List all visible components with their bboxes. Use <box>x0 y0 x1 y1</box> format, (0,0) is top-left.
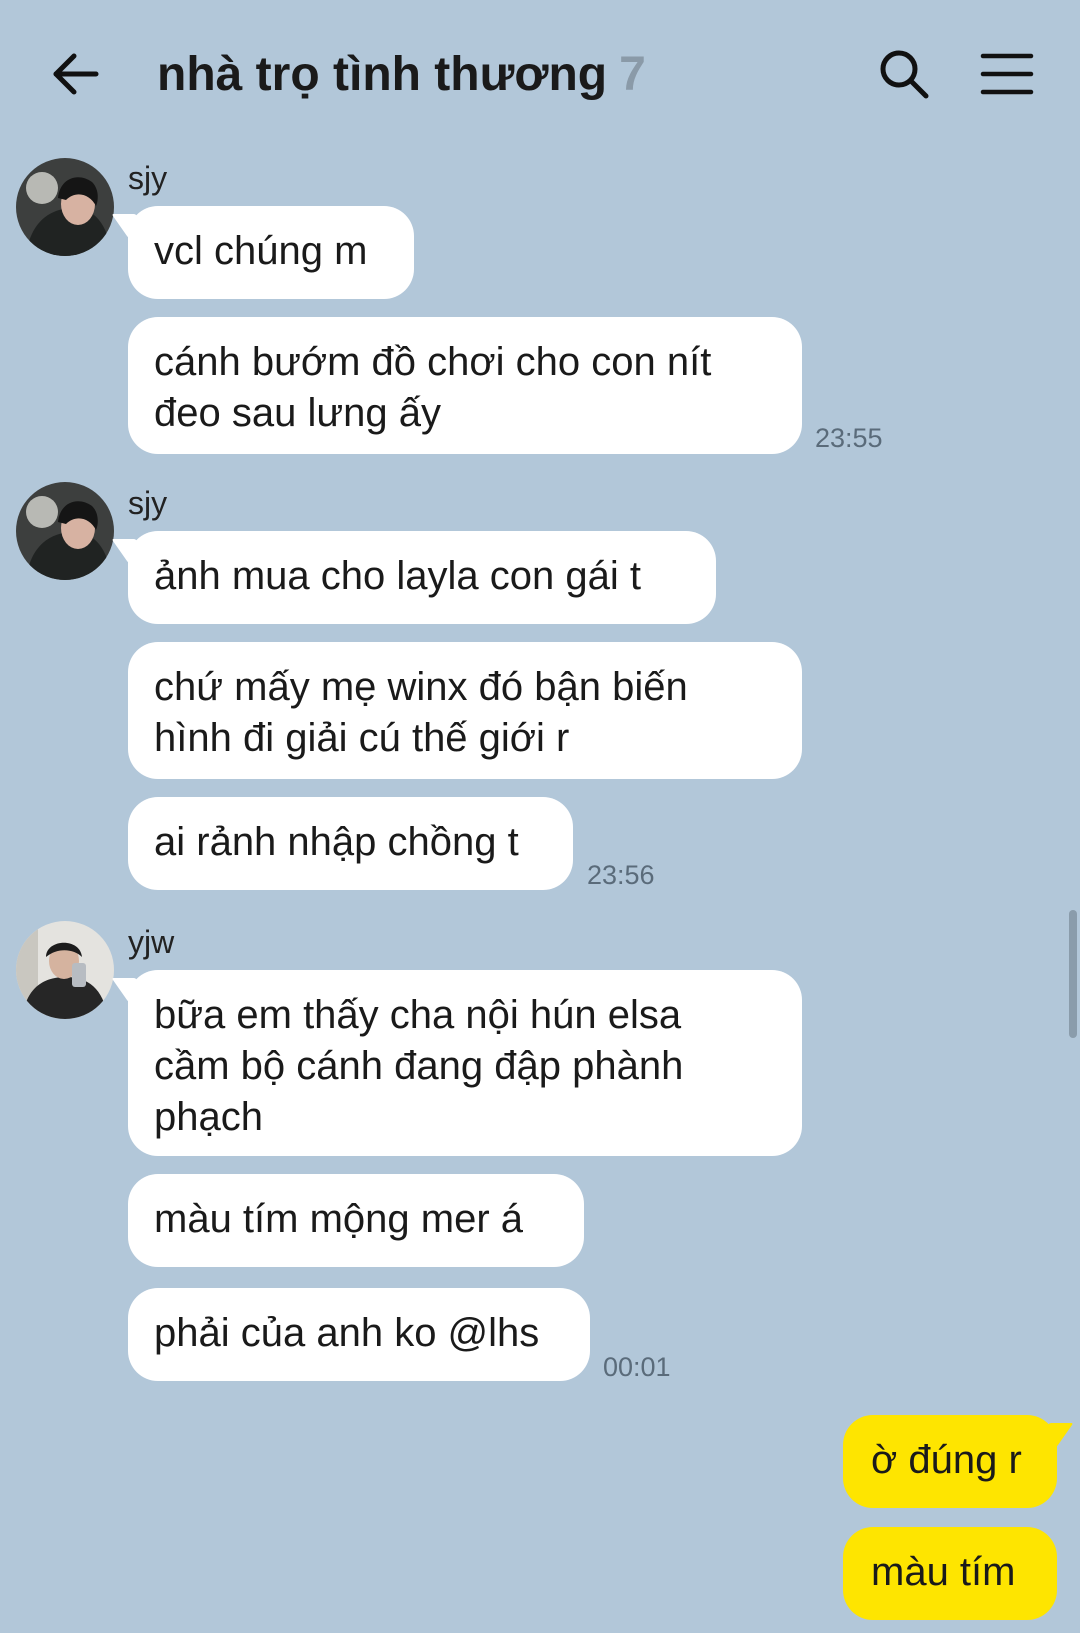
search-icon <box>880 50 929 99</box>
chat-room-name: nhà trọ tình thương <box>157 48 608 101</box>
message-bubble[interactable]: bữa em thấy cha nội hún elsa cầm bộ cánh… <box>128 970 802 1156</box>
sender-name: sjy <box>128 160 168 196</box>
message-time: 00:01 <box>603 1352 671 1382</box>
message-time: 23:55 <box>815 423 883 453</box>
chat-header: nhà trọ tình thương 7 <box>0 0 1080 150</box>
hamburger-menu-icon <box>980 53 1034 95</box>
avatar-sjy[interactable] <box>16 158 114 256</box>
menu-button[interactable] <box>980 50 1034 98</box>
message-bubble[interactable]: vcl chúng m <box>128 206 414 299</box>
message-bubble[interactable]: cánh bướm đồ chơi cho con nít đeo sau lư… <box>128 317 802 454</box>
avatar-yjw[interactable] <box>16 921 114 1019</box>
profile-photo-icon <box>16 158 114 256</box>
my-message-bubble[interactable]: màu tím <box>843 1527 1057 1620</box>
arrow-left-icon <box>53 53 99 95</box>
search-button[interactable] <box>876 46 932 102</box>
profile-photo-icon <box>16 921 114 1019</box>
scrollbar-thumb[interactable] <box>1069 910 1077 1038</box>
chat-title: nhà trọ tình thương 7 <box>157 42 646 108</box>
back-button[interactable] <box>48 44 108 104</box>
message-bubble[interactable]: ảnh mua cho layla con gái t <box>128 531 716 624</box>
my-message-bubble[interactable]: ờ đúng r <box>843 1415 1057 1508</box>
profile-photo-icon <box>16 482 114 580</box>
message-bubble[interactable]: ai rảnh nhập chồng t <box>128 797 573 890</box>
message-time: 23:56 <box>587 860 655 890</box>
sender-name: sjy <box>128 485 168 521</box>
member-count: 7 <box>619 48 646 101</box>
avatar-sjy[interactable] <box>16 482 114 580</box>
message-bubble[interactable]: màu tím mộng mer á <box>128 1174 584 1267</box>
message-bubble[interactable]: chứ mấy mẹ winx đó bận biến hình đi giải… <box>128 642 802 779</box>
sender-name: yjw <box>128 924 175 960</box>
message-bubble[interactable]: phải của anh ko @lhs <box>128 1288 590 1381</box>
